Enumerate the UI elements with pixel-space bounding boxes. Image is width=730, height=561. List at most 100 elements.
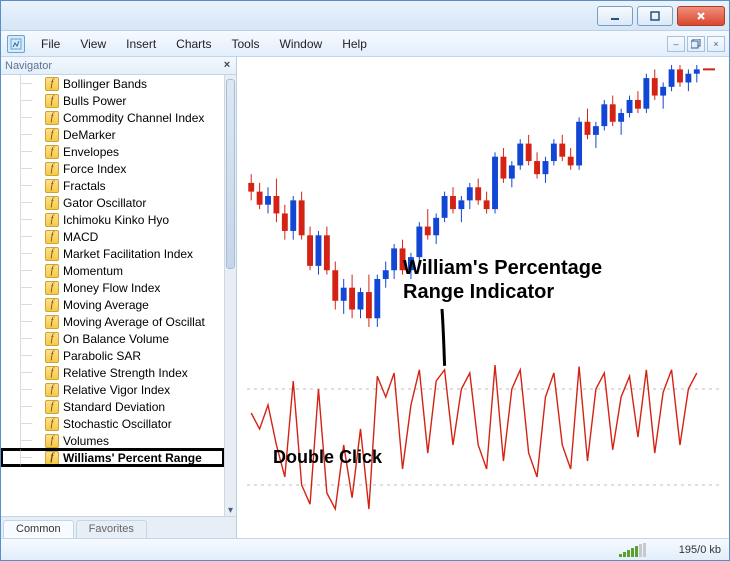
tree-item[interactable]: fIchimoku Kinko Hyo bbox=[1, 211, 224, 228]
menu-insert[interactable]: Insert bbox=[116, 35, 166, 53]
tree-item[interactable]: f Envelopes bbox=[1, 143, 224, 160]
menu-bar: File View Insert Charts Tools Window Hel… bbox=[1, 31, 729, 57]
menu-tools[interactable]: Tools bbox=[222, 35, 270, 53]
tree-item-label: Moving Average bbox=[63, 298, 149, 312]
tree-item-label: Standard Deviation bbox=[63, 400, 165, 414]
indicator-icon: f bbox=[45, 417, 59, 431]
tree-item[interactable]: fForce Index bbox=[1, 160, 224, 177]
mdi-restore-button[interactable] bbox=[687, 36, 705, 52]
tree-item-label: Relative Strength Index bbox=[63, 366, 188, 380]
tree-item-label: Bollinger Bands bbox=[63, 77, 147, 91]
tree-item-label: On Balance Volume bbox=[63, 332, 169, 346]
indicator-icon: f bbox=[45, 94, 59, 108]
navigator-tree[interactable]: f Bollinger Bands f Bulls Power f Commodity C… bbox=[1, 75, 236, 516]
tree-item[interactable]: f DeMarker bbox=[1, 126, 224, 143]
tree-item-label: Parabolic SAR bbox=[63, 349, 141, 363]
tree-item[interactable]: f Volumes bbox=[1, 432, 224, 449]
tree-item-label: Fractals bbox=[63, 179, 106, 193]
tree-item[interactable]: f Fractals bbox=[1, 177, 224, 194]
indicator-icon: f bbox=[45, 213, 59, 227]
window-close-button[interactable] bbox=[677, 6, 725, 26]
window-minimize-button[interactable] bbox=[597, 6, 633, 26]
tree-item[interactable]: f Commodity Channel Index bbox=[1, 109, 224, 126]
window-titlebar bbox=[1, 1, 729, 31]
indicator-icon: f bbox=[45, 383, 59, 397]
menu-help[interactable]: Help bbox=[332, 35, 377, 53]
indicator-icon: f bbox=[45, 179, 59, 193]
tree-item-label: DeMarker bbox=[63, 128, 116, 142]
indicator-icon: f bbox=[45, 111, 59, 125]
tree-item[interactable]: f Relative Strength Index bbox=[1, 364, 224, 381]
indicator-icon: f bbox=[45, 451, 59, 465]
scroll-down-icon[interactable]: ▾ bbox=[225, 504, 236, 516]
annotation-hint: Double Click bbox=[273, 447, 382, 469]
chart-area[interactable]: William's Percentage Range Indicator Dou… bbox=[237, 57, 729, 538]
tab-common[interactable]: Common bbox=[3, 520, 74, 538]
annotation-title: William's Percentage Range Indicator bbox=[403, 256, 602, 304]
indicator-icon: f bbox=[45, 196, 59, 210]
navigator-scrollbar[interactable]: ▴ ▾ bbox=[224, 75, 236, 516]
indicator-icon: f bbox=[45, 349, 59, 363]
tree-item-label: Williams' Percent Range bbox=[63, 451, 202, 465]
indicator-icon: f bbox=[45, 366, 59, 380]
tree-item-label: Bulls Power bbox=[63, 94, 126, 108]
tree-item-label: MACD bbox=[63, 230, 98, 244]
indicator-icon: f bbox=[45, 298, 59, 312]
indicator-icon: f bbox=[45, 434, 59, 448]
tree-item-label: Market Facilitation Index bbox=[63, 247, 193, 261]
indicator-icon: f bbox=[45, 281, 59, 295]
tree-item-label: Envelopes bbox=[63, 145, 119, 159]
tree-item-label: Moving Average of Oscillat bbox=[63, 315, 205, 329]
tree-item-label: Commodity Channel Index bbox=[63, 111, 204, 125]
indicator-icon: f bbox=[45, 247, 59, 261]
app-window: File View Insert Charts Tools Window Hel… bbox=[0, 0, 730, 561]
tab-favorites[interactable]: Favorites bbox=[76, 520, 147, 538]
tree-item[interactable]: f Bulls Power bbox=[1, 92, 224, 109]
tree-item[interactable]: f Parabolic SAR bbox=[1, 347, 224, 364]
indicator-icon: f bbox=[45, 128, 59, 142]
menu-view[interactable]: View bbox=[70, 35, 116, 53]
tree-item[interactable]: f Momentum bbox=[1, 262, 224, 279]
window-maximize-button[interactable] bbox=[637, 6, 673, 26]
mdi-minimize-button[interactable]: – bbox=[667, 36, 685, 52]
tree-item[interactable]: f MACD bbox=[1, 228, 224, 245]
indicator-icon: f bbox=[45, 145, 59, 159]
tree-item-label: Gator Oscillator bbox=[63, 196, 146, 210]
menu-charts[interactable]: Charts bbox=[166, 35, 221, 53]
navigator-tabs: Common Favorites bbox=[1, 516, 236, 538]
status-text: 195/0 kb bbox=[679, 544, 721, 556]
tree-item-label: Momentum bbox=[63, 264, 123, 278]
indicator-icon: f bbox=[45, 315, 59, 329]
indicator-icon: f bbox=[45, 77, 59, 91]
tree-item[interactable]: f Stochastic Oscillator bbox=[1, 415, 224, 432]
tree-item[interactable]: f Bollinger Bands bbox=[1, 75, 224, 92]
indicator-icon: f bbox=[45, 162, 59, 176]
tree-item-label: Stochastic Oscillator bbox=[63, 417, 172, 431]
mdi-close-button[interactable]: × bbox=[707, 36, 725, 52]
tree-item[interactable]: f Moving Average bbox=[1, 296, 224, 313]
connection-signal-icon bbox=[619, 543, 659, 557]
navigator-title: Navigator bbox=[5, 60, 52, 72]
tree-item-label: Money Flow Index bbox=[63, 281, 160, 295]
tree-item[interactable]: f Relative Vigor Index bbox=[1, 381, 224, 398]
tree-item-label: Volumes bbox=[63, 434, 109, 448]
navigator-panel: Navigator × f Bollinger Bands f Bulls Power… bbox=[1, 57, 237, 538]
tree-item[interactable]: f On Balance Volume bbox=[1, 330, 224, 347]
tree-item[interactable]: f Money Flow Index bbox=[1, 279, 224, 296]
app-icon bbox=[7, 35, 25, 53]
navigator-header: Navigator × bbox=[1, 57, 236, 75]
menu-file[interactable]: File bbox=[31, 35, 70, 53]
scroll-thumb[interactable] bbox=[226, 79, 235, 269]
client-area: Navigator × f Bollinger Bands f Bulls Power… bbox=[1, 57, 729, 538]
menu-window[interactable]: Window bbox=[270, 35, 333, 53]
tree-item[interactable]: f Williams' Percent Range bbox=[1, 449, 224, 466]
indicator-icon: f bbox=[45, 332, 59, 346]
indicator-icon: f bbox=[45, 230, 59, 244]
tree-item[interactable]: f Moving Average of Oscillat bbox=[1, 313, 224, 330]
tree-item[interactable]: f Gator Oscillator bbox=[1, 194, 224, 211]
navigator-close-button[interactable]: × bbox=[220, 58, 234, 72]
tree-item-label: Relative Vigor Index bbox=[63, 383, 170, 397]
indicator-icon: f bbox=[45, 264, 59, 278]
tree-item[interactable]: f Market Facilitation Index bbox=[1, 245, 224, 262]
tree-item[interactable]: fStandard Deviation bbox=[1, 398, 224, 415]
